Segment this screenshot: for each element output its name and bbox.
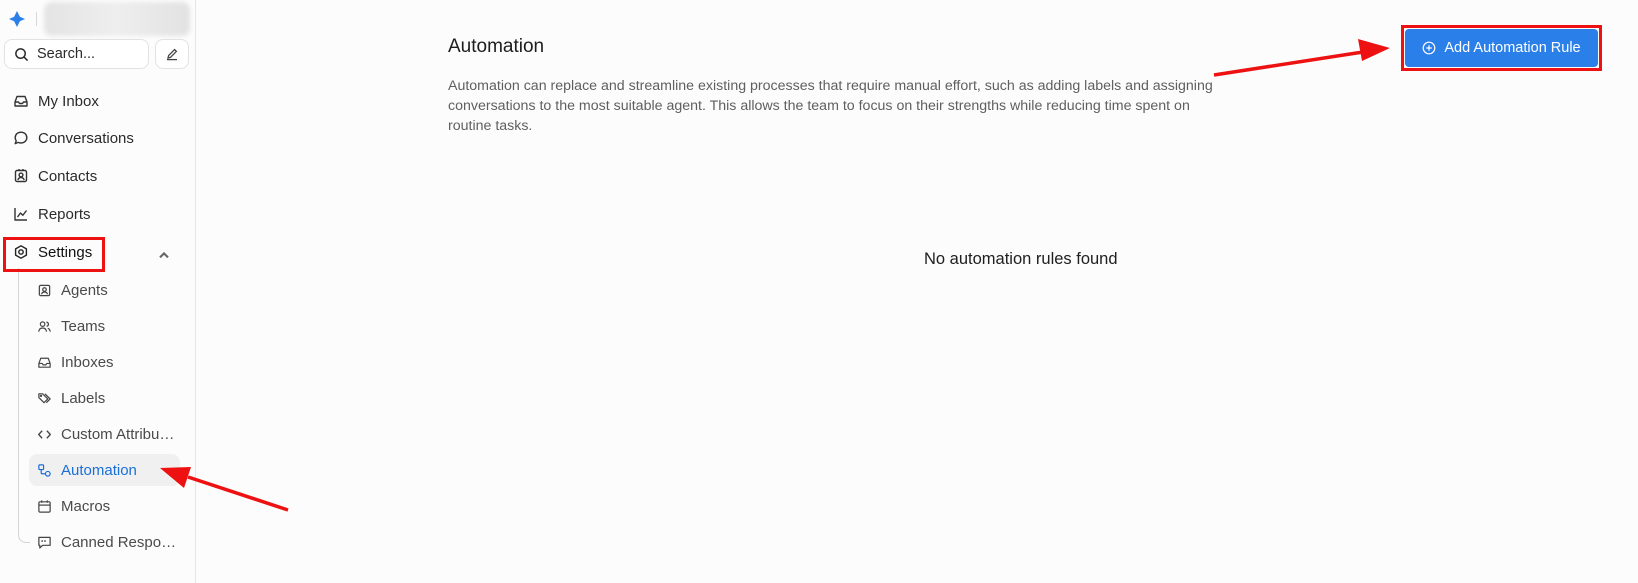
settings-item-agents[interactable]: Agents	[29, 274, 180, 306]
nav-item-conversations[interactable]: Conversations	[4, 122, 188, 154]
page-title: Automation	[448, 36, 545, 57]
automation-icon	[38, 463, 51, 477]
settings-item-label: Teams	[61, 317, 106, 335]
search-icon	[15, 47, 29, 61]
settings-item-canned-responses[interactable]: Canned Responses	[29, 526, 180, 558]
tags-icon	[38, 392, 51, 403]
settings-highlight-box	[3, 237, 105, 272]
add-button-highlight-box	[1401, 25, 1602, 71]
settings-item-label: Macros	[61, 497, 111, 515]
team-icon	[38, 320, 51, 332]
brand-separator	[36, 12, 37, 26]
empty-state-message: No automation rules found	[924, 250, 1118, 268]
inbox-icon	[38, 357, 51, 368]
settings-item-labels[interactable]: Labels	[29, 382, 180, 414]
calendar-icon	[38, 499, 51, 513]
search-box[interactable]	[4, 39, 149, 69]
settings-item-label: Canned Responses	[61, 533, 177, 551]
settings-item-automation[interactable]: Automation	[29, 454, 180, 486]
compose-button[interactable]	[155, 39, 189, 69]
settings-item-inboxes[interactable]: Inboxes	[29, 346, 180, 378]
sidebar: My Inbox Conversations Contacts Reports …	[0, 0, 196, 583]
account-switcher[interactable]	[44, 2, 190, 36]
nav-item-reports[interactable]: Reports	[4, 198, 188, 230]
inbox-icon	[14, 95, 28, 107]
contact-card-icon	[14, 169, 28, 183]
settings-item-label: Automation	[61, 461, 137, 479]
annotation-arrow-to-add-button	[1213, 39, 1390, 77]
agent-icon	[38, 284, 51, 296]
nav-label: Reports	[38, 205, 91, 223]
chevron-up-icon[interactable]	[156, 247, 172, 263]
canned-response-icon	[38, 536, 51, 549]
nav-label: My Inbox	[38, 92, 99, 110]
settings-item-teams[interactable]: Teams	[29, 310, 180, 342]
nav-label: Conversations	[38, 129, 134, 147]
settings-item-label: Custom Attributes	[61, 425, 177, 443]
nav-item-my-inbox[interactable]: My Inbox	[4, 85, 188, 117]
chat-bubble-icon	[14, 131, 28, 145]
pencil-icon	[167, 48, 178, 61]
nav-item-contacts[interactable]: Contacts	[4, 160, 188, 192]
settings-item-label: Agents	[61, 281, 108, 299]
settings-item-label: Labels	[61, 389, 106, 407]
settings-item-custom-attributes[interactable]: Custom Attributes	[29, 418, 180, 450]
code-icon	[38, 429, 51, 439]
brand	[8, 2, 190, 36]
nav-label: Contacts	[38, 167, 98, 185]
page-description: Automation can replace and streamline ex…	[448, 78, 1213, 134]
settings-item-macros[interactable]: Macros	[29, 490, 180, 522]
logo-icon	[9, 11, 25, 27]
settings-item-label: Inboxes	[61, 353, 114, 371]
search-input[interactable]	[37, 46, 137, 62]
line-chart-icon	[14, 208, 28, 221]
